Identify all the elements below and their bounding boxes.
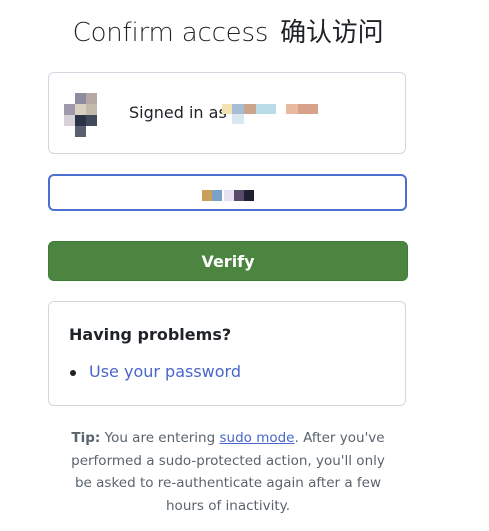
confirm-access-page: Confirm access 确认访问 Signed in as Verify H…: [0, 0, 489, 531]
verify-button[interactable]: Verify: [48, 241, 408, 281]
tip-text-before: You are entering: [104, 430, 216, 446]
signed-in-label: Signed in as: [129, 103, 227, 122]
redacted-username: [222, 102, 322, 124]
sudo-tip: Tip: You are entering sudo mode. After y…: [62, 427, 394, 517]
tip-label: Tip:: [71, 430, 101, 446]
sudo-mode-link[interactable]: sudo mode: [219, 430, 294, 446]
page-title-en: Confirm access: [72, 18, 269, 48]
having-problems-title: Having problems?: [69, 325, 232, 344]
having-problems-card: [48, 301, 406, 406]
page-title-cn: 确认访问: [280, 18, 384, 48]
page-title: Confirm access 确认访问: [0, 12, 456, 49]
avatar: [64, 93, 108, 137]
redacted-input-value: [200, 190, 260, 202]
use-password-link[interactable]: Use your password: [89, 362, 241, 381]
list-bullet: [70, 370, 76, 376]
